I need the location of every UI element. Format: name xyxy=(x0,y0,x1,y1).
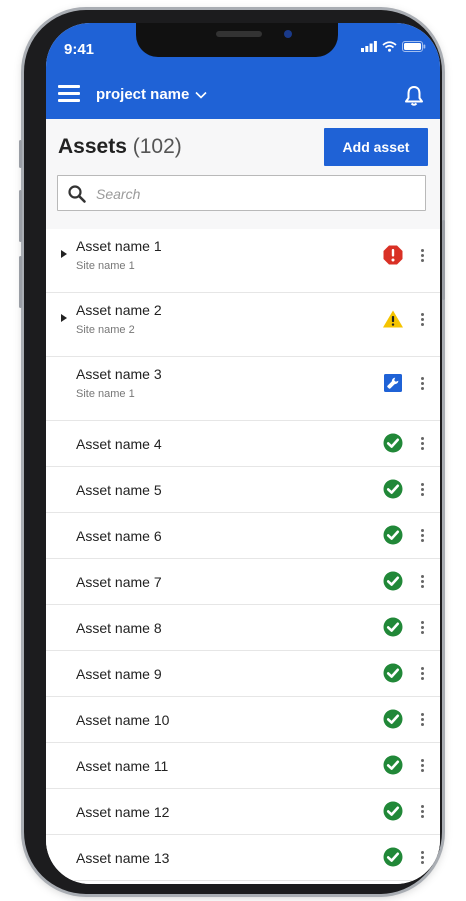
notch xyxy=(136,23,338,57)
signal-icon xyxy=(361,41,377,52)
asset-count: (102) xyxy=(132,135,182,158)
maintenance-status-icon xyxy=(384,374,402,392)
ok-status-icon xyxy=(383,755,403,775)
asset-row[interactable]: Asset name 5 xyxy=(46,467,440,513)
more-options-icon[interactable] xyxy=(415,616,429,638)
expand-caret-icon[interactable] xyxy=(61,314,67,322)
more-options-icon[interactable] xyxy=(415,754,429,776)
status-time: 9:41 xyxy=(64,41,95,58)
asset-site: Site name 1 xyxy=(76,260,135,272)
asset-row[interactable]: Asset name 4 xyxy=(46,421,440,467)
asset-row[interactable]: Asset name 1 Site name 1 xyxy=(46,229,440,293)
battery-icon xyxy=(402,41,426,52)
asset-site: Site name 1 xyxy=(76,388,135,400)
asset-name: Asset name 12 xyxy=(76,804,170,820)
asset-row[interactable]: Asset name 9 xyxy=(46,651,440,697)
asset-name: Asset name 1 xyxy=(76,238,162,254)
power-button xyxy=(442,220,445,300)
asset-row[interactable]: Asset name 2 Site name 2 xyxy=(46,293,440,357)
error-status-icon xyxy=(383,245,403,265)
search-input[interactable] xyxy=(94,176,418,212)
title-text: Assets xyxy=(58,135,127,158)
asset-row[interactable]: Asset name 6 xyxy=(46,513,440,559)
add-asset-button[interactable]: Add asset xyxy=(324,128,428,166)
ok-status-icon xyxy=(383,525,403,545)
volume-up-button xyxy=(19,190,22,242)
asset-site: Site name 2 xyxy=(76,324,135,336)
asset-name: Asset name 8 xyxy=(76,620,162,636)
more-options-icon[interactable] xyxy=(415,244,429,266)
front-camera xyxy=(284,30,292,38)
search-box[interactable] xyxy=(57,175,426,212)
asset-row[interactable]: Asset name 13 xyxy=(46,835,440,881)
more-options-icon[interactable] xyxy=(415,524,429,546)
more-options-icon[interactable] xyxy=(415,846,429,868)
expand-caret-icon[interactable] xyxy=(61,250,67,258)
ok-status-icon xyxy=(383,479,403,499)
more-options-icon[interactable] xyxy=(415,662,429,684)
chevron-down-icon xyxy=(195,91,207,99)
side-button xyxy=(19,140,22,168)
more-options-icon[interactable] xyxy=(415,708,429,730)
app-bar: project name xyxy=(46,71,440,119)
page-title: Assets (102) xyxy=(58,135,182,159)
phone-screen: 9:41 project name Assets (102) Add asset… xyxy=(46,23,440,884)
asset-row[interactable]: Asset name 3 Site name 1 xyxy=(46,357,440,421)
more-options-icon[interactable] xyxy=(415,432,429,454)
more-options-icon[interactable] xyxy=(415,478,429,500)
asset-name: Asset name 4 xyxy=(76,436,162,452)
ok-status-icon xyxy=(383,617,403,637)
asset-list: Asset name 1 Site name 1 Asset name 2 Si… xyxy=(46,229,440,884)
wifi-icon xyxy=(382,41,397,52)
more-options-icon[interactable] xyxy=(415,308,429,330)
asset-name: Asset name 13 xyxy=(76,850,170,866)
asset-name: Asset name 11 xyxy=(76,758,169,774)
hamburger-menu-icon[interactable] xyxy=(58,84,80,104)
more-options-icon[interactable] xyxy=(415,570,429,592)
asset-row[interactable]: Asset name 8 xyxy=(46,605,440,651)
page-header: Assets (102) Add asset xyxy=(46,119,440,230)
asset-name: Asset name 5 xyxy=(76,482,162,498)
ok-status-icon xyxy=(383,847,403,867)
more-options-icon[interactable] xyxy=(415,800,429,822)
ok-status-icon xyxy=(383,571,403,591)
asset-row[interactable]: Asset name 12 xyxy=(46,789,440,835)
asset-name: Asset name 10 xyxy=(76,712,170,728)
asset-row[interactable]: Asset name 11 xyxy=(46,743,440,789)
ok-status-icon xyxy=(383,433,403,453)
asset-name: Asset name 7 xyxy=(76,574,162,590)
project-selector[interactable]: project name xyxy=(96,86,207,103)
asset-name: Asset name 6 xyxy=(76,528,162,544)
asset-name: Asset name 2 xyxy=(76,302,162,318)
search-icon xyxy=(68,185,86,203)
volume-down-button xyxy=(19,256,22,308)
status-bar: 9:41 xyxy=(46,23,440,71)
asset-row[interactable] xyxy=(46,881,440,884)
bell-icon[interactable] xyxy=(402,84,426,108)
warning-status-icon xyxy=(383,310,403,328)
ok-status-icon xyxy=(383,709,403,729)
asset-name: Asset name 9 xyxy=(76,666,162,682)
ok-status-icon xyxy=(383,663,403,683)
asset-row[interactable]: Asset name 7 xyxy=(46,559,440,605)
asset-row[interactable]: Asset name 10 xyxy=(46,697,440,743)
more-options-icon[interactable] xyxy=(415,372,429,394)
status-icons xyxy=(361,41,426,52)
project-name: project name xyxy=(96,86,190,103)
ok-status-icon xyxy=(383,801,403,821)
asset-name: Asset name 3 xyxy=(76,366,162,382)
speaker xyxy=(216,31,262,37)
